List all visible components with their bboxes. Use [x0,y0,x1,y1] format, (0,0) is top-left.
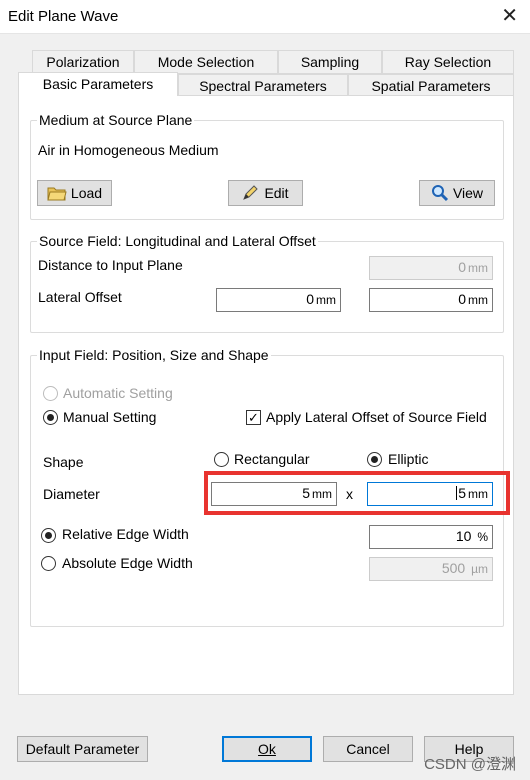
edit-label: Edit [264,185,289,201]
distance-label: Distance to Input Plane [38,257,183,273]
relative-edge-label[interactable]: Relative Edge Width [62,526,189,542]
absolute-edge-label[interactable]: Absolute Edge Width [62,555,193,571]
folder-icon [47,187,67,201]
shape-label: Shape [43,454,84,470]
tab-spatial-parameters[interactable]: Spatial Parameters [348,74,514,96]
source-field-group [30,241,504,333]
tab-mode-selection[interactable]: Mode Selection [134,50,278,74]
view-button[interactable]: View [419,180,495,206]
automatic-setting-radio [43,386,58,401]
basic-parameters-page: Medium at Source Plane Air in Homogeneou… [18,95,514,695]
rectangular-label[interactable]: Rectangular [234,451,310,467]
relative-edge-field[interactable]: 10 % [369,525,493,549]
tab-spectral-parameters[interactable]: Spectral Parameters [178,74,348,96]
apply-offset-label[interactable]: Apply Lateral Offset of Source Field [266,409,487,425]
ok-button[interactable]: Ok [222,736,312,762]
lateral-offset-x-field[interactable]: 0 mm [216,288,341,312]
rectangular-radio[interactable] [214,452,229,467]
tab-polarization[interactable]: Polarization [32,50,134,74]
lateral-offset-label: Lateral Offset [38,289,122,305]
lateral-offset-y-field[interactable]: 0 mm [369,288,493,312]
window-title: Edit Plane Wave [8,8,119,25]
medium-value: Air in Homogeneous Medium [38,142,219,158]
manual-setting-label[interactable]: Manual Setting [63,409,156,425]
elliptic-label[interactable]: Elliptic [388,451,428,467]
tab-ray-selection[interactable]: Ray Selection [382,50,514,74]
magnifier-icon [431,185,449,202]
distance-field: 0 mm [369,256,493,280]
close-icon[interactable]: ✕ [501,5,518,27]
load-button[interactable]: Load [37,180,112,206]
watermark: CSDN @澄渊 [424,756,516,773]
highlight-box [204,471,510,515]
title-bar: Edit Plane Wave ✕ [0,0,530,34]
source-field-title: Source Field: Longitudinal and Lateral O… [37,233,318,249]
diameter-label: Diameter [43,486,100,502]
input-field-title: Input Field: Position, Size and Shape [37,347,271,363]
manual-setting-radio[interactable] [43,410,58,425]
view-label: View [452,185,484,201]
pencil-icon [243,185,259,200]
cancel-button[interactable]: Cancel [323,736,413,762]
load-label: Load [70,185,103,201]
default-parameter-button[interactable]: Default Parameter [17,736,148,762]
absolute-edge-radio[interactable] [41,556,56,571]
tab-sampling[interactable]: Sampling [278,50,382,74]
relative-edge-radio[interactable] [41,528,56,543]
medium-group-title: Medium at Source Plane [37,112,195,128]
edit-button[interactable]: Edit [228,180,303,206]
absolute-edge-field: 500 µm [369,557,493,581]
elliptic-radio[interactable] [367,452,382,467]
tab-basic-parameters[interactable]: Basic Parameters [18,72,178,96]
apply-offset-checkbox[interactable]: ✓ [246,410,261,425]
automatic-setting-label: Automatic Setting [63,385,173,401]
